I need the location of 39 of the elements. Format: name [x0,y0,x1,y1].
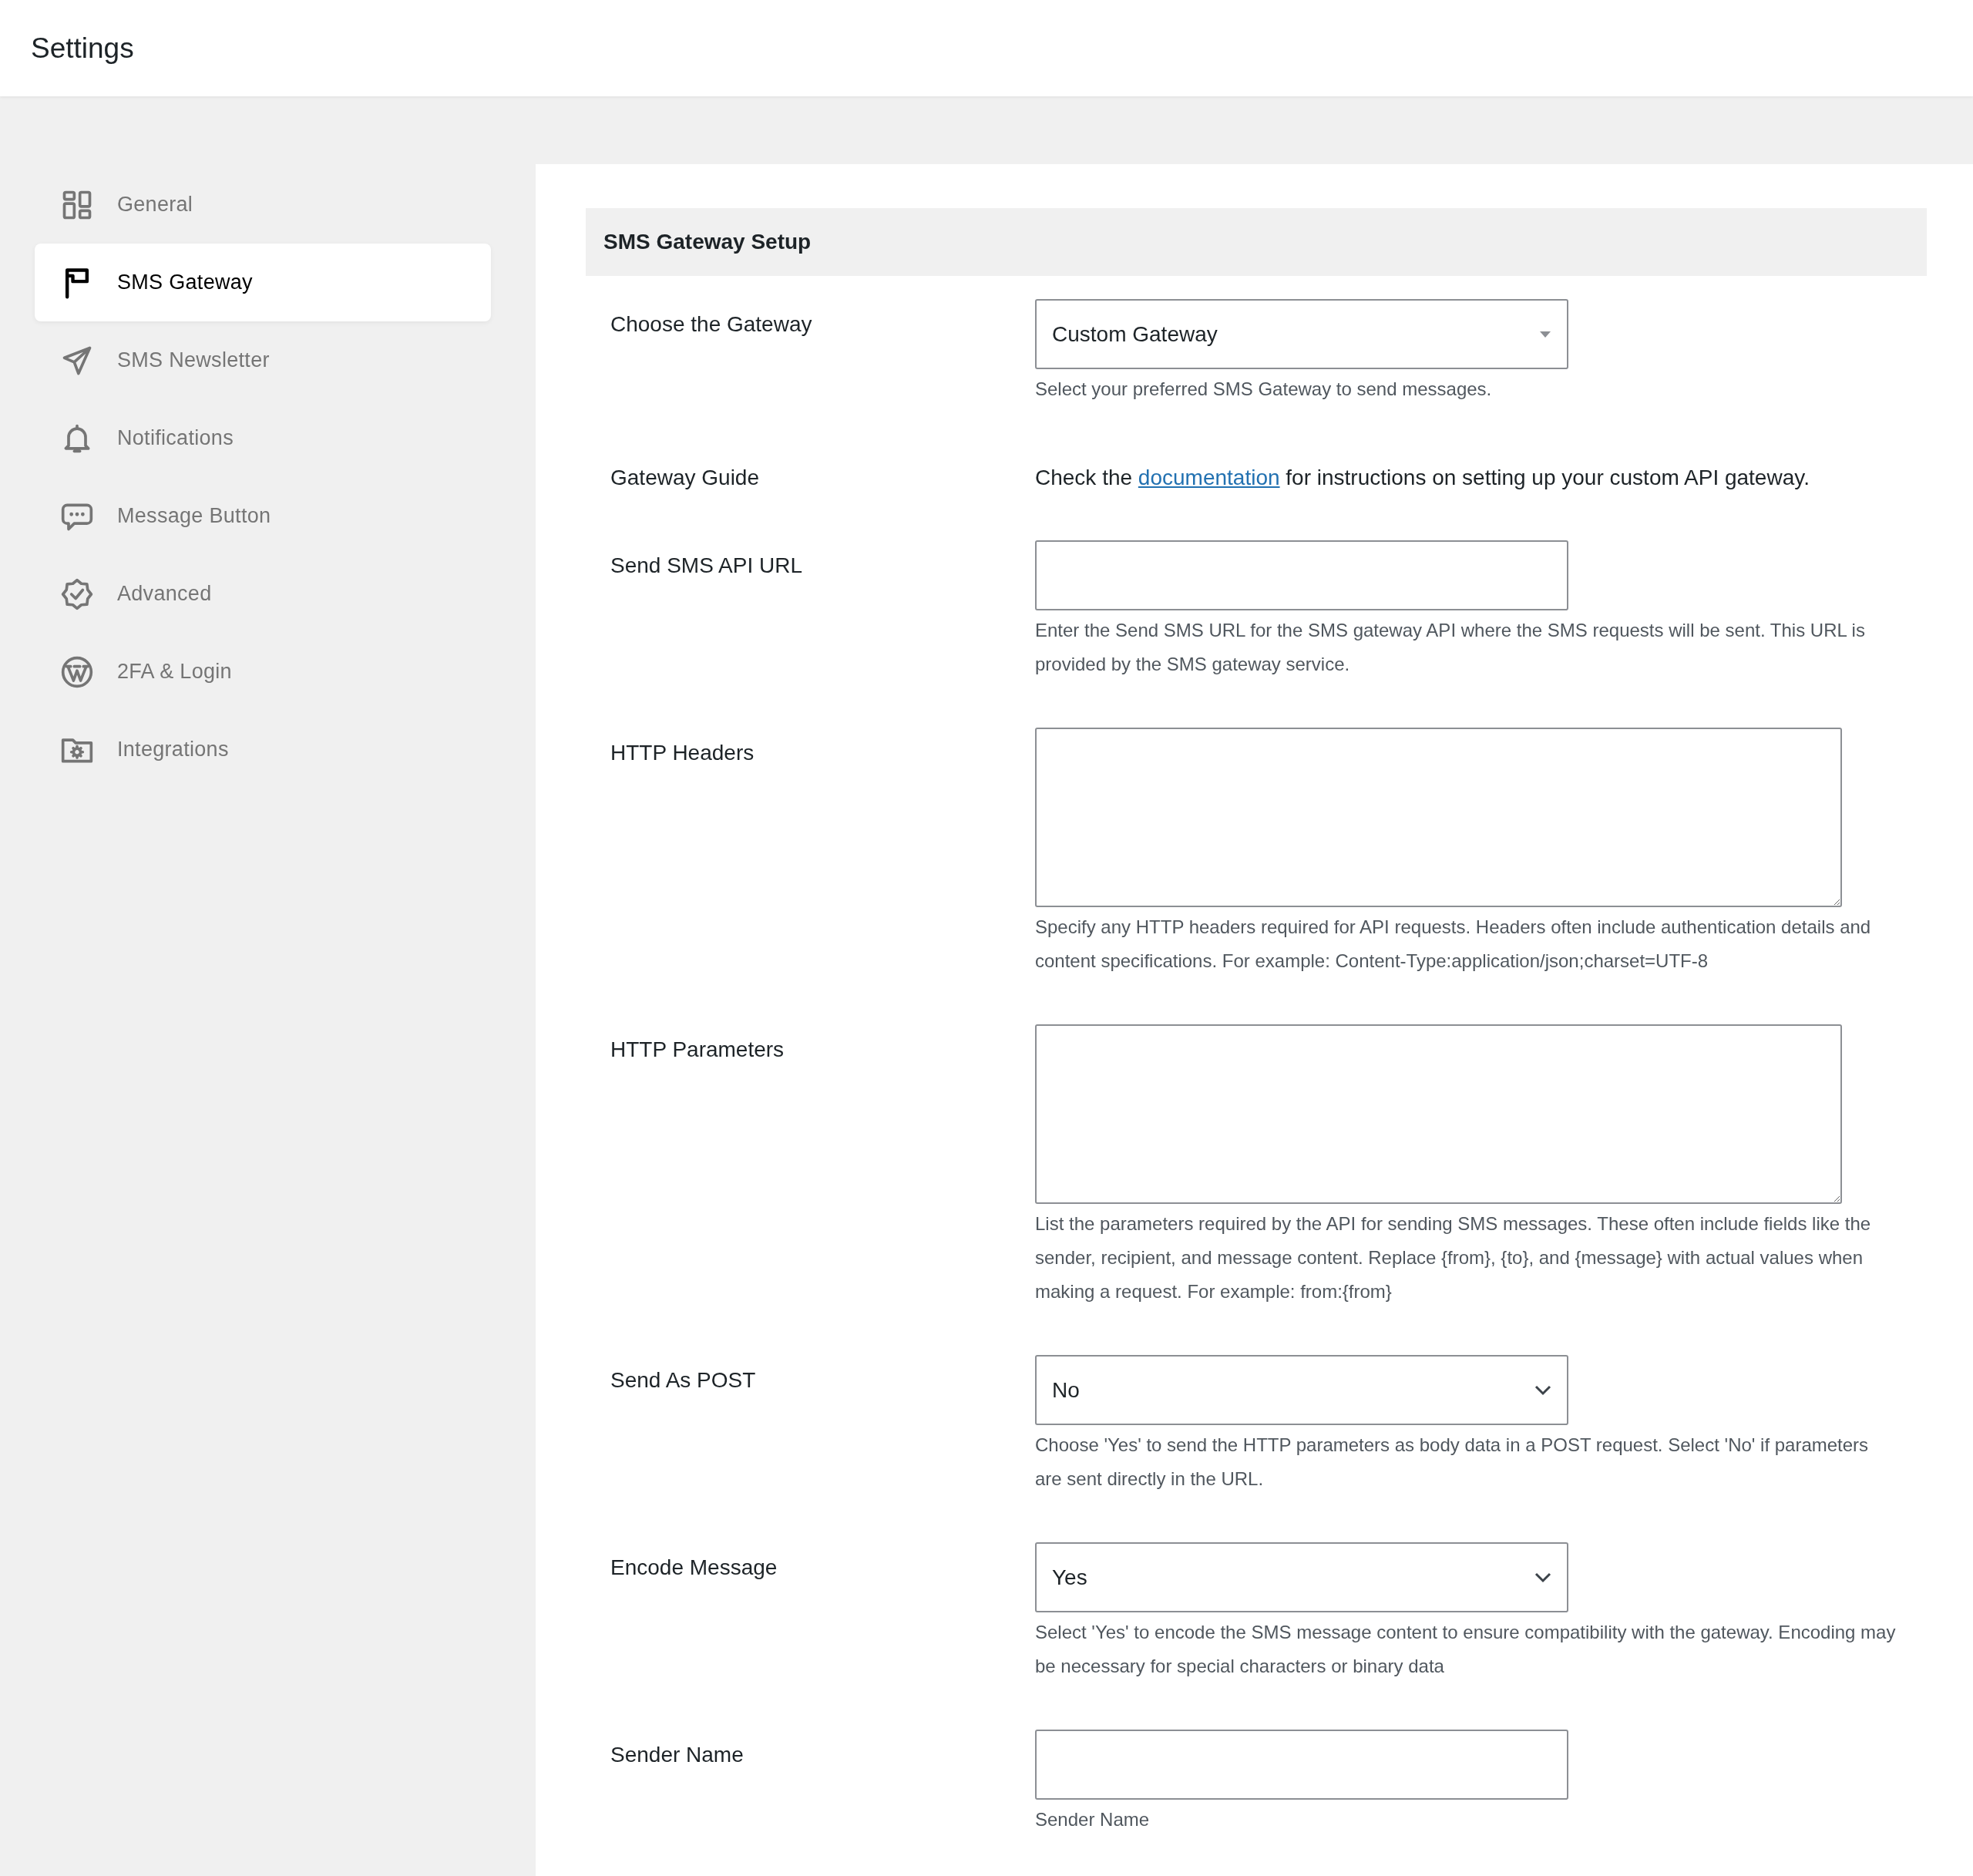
select-field[interactable]: Yes [1035,1542,1568,1612]
sidebar-item[interactable]: Message Button [35,477,491,555]
input-field[interactable] [1035,1730,1568,1800]
help-text: List the parameters required by the API for sending SMS messages. These often include fields like the sender, recipient, and message content. Replace {from}, {to}, and {message} with actual values when making a request. For example: from:{from} [1035,1212,1872,1303]
check-badge-icon [60,577,94,611]
sidebar-item[interactable]: General [35,166,491,244]
guide-text: Check the documentation for instructions on setting up your custom API gateway. [1035,465,1810,491]
field-label: Send SMS API URL [610,553,803,579]
chevron-down-icon [1534,1384,1551,1396]
section-header: SMS Gateway Setup [586,208,1927,276]
text-area[interactable] [1035,728,1842,907]
field-label: Encode Message [610,1555,778,1581]
field-label: Gateway Guide [610,465,760,491]
field-label: Sender Name [610,1742,744,1768]
help-text: Select 'Yes' to encode the SMS message content to ensure compatibility with the gateway. Encoding may be necessary for special characters or binary data [1035,1621,1897,1678]
page-title: Settings [31,32,135,66]
sidebar-item[interactable]: SMS Gateway [35,244,491,321]
help-text: Specify any HTTP headers required for API requests. Headers often include authentication details and content specifications. For example: Content-Type:application/json;charset=UTF-8 [1035,916,1872,973]
sidebar-item[interactable]: Integrations [35,711,491,788]
caret-icon [1539,330,1551,338]
sidebar-item[interactable]: 2FA & Login [35,633,491,711]
field-label: Choose the Gateway [610,311,813,338]
input-field[interactable] [1035,540,1568,610]
field-label: HTTP Headers [610,740,755,766]
help-text: Sender Name [1035,1808,1151,1831]
field-label: HTTP Parameters [610,1037,785,1063]
help-text: Choose 'Yes' to send the HTTP parameters as body data in a POST request. Select 'No' if parameters are sent directly in the URL. [1035,1434,1870,1491]
text-area[interactable] [1035,1024,1842,1204]
select-field[interactable]: No [1035,1355,1568,1425]
sidebar-item[interactable]: Advanced [35,555,491,633]
help-text: Select your preferred SMS Gateway to send messages. [1035,378,1493,401]
chevron-down-icon [1534,1572,1551,1583]
help-text: Enter the Send SMS URL for the SMS gateway API where the SMS requests will be sent. This URL is provided by the SMS gateway service. [1035,619,1866,676]
sidebar-item[interactable]: Notifications [35,399,491,477]
logo-icon [60,654,94,689]
select-field[interactable]: Custom Gateway [1035,299,1568,369]
documentation-link[interactable]: documentation [1138,466,1280,489]
sidebar-item[interactable]: SMS Newsletter [35,321,491,399]
field-label: Send As POST [610,1367,757,1394]
